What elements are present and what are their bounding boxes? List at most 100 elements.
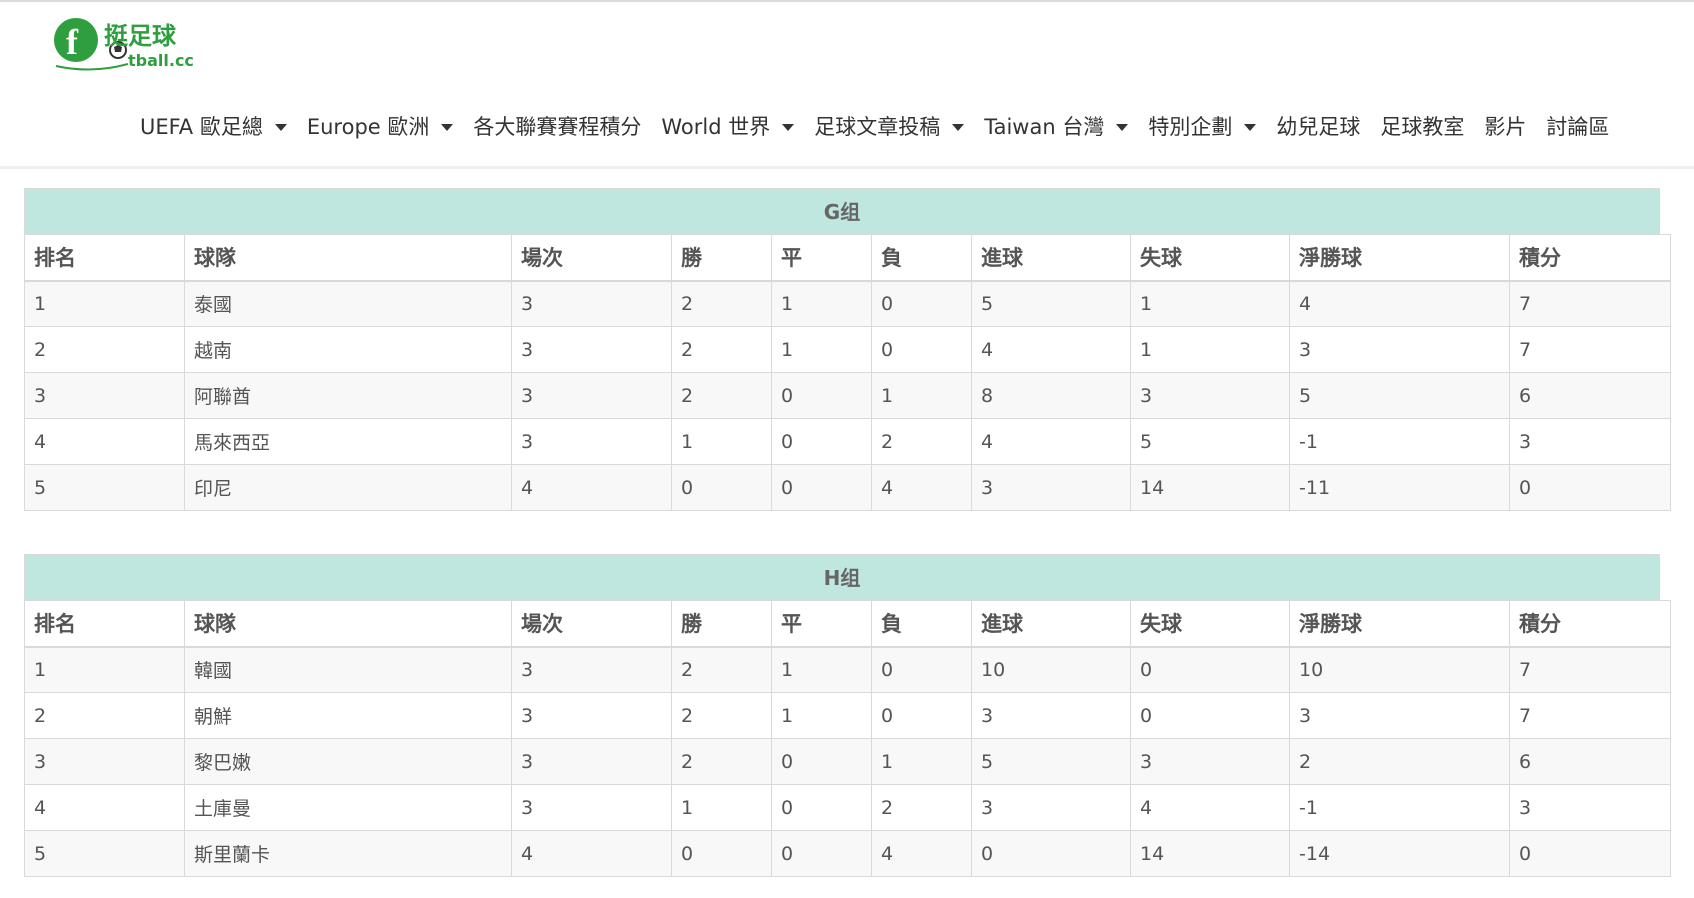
nav-item-5[interactable]: Taiwan 台灣 — [984, 111, 1129, 141]
cell-played: 3 — [511, 372, 672, 419]
cell-win: 0 — [671, 464, 772, 511]
cell-team: 土庫曼 — [184, 784, 512, 831]
nav-item-1[interactable]: Europe 歐洲 — [307, 111, 454, 141]
cell-rank: 5 — [24, 464, 185, 511]
table-row: 3 黎巴嫩 3 2 0 1 5 3 2 6 — [24, 738, 1671, 785]
cell-draw: 1 — [771, 280, 872, 327]
cell-draw: 1 — [771, 326, 872, 373]
cell-rank: 3 — [24, 372, 185, 419]
column-header-played: 場次 — [511, 600, 672, 648]
cell-loss: 2 — [871, 418, 972, 465]
column-header-points: 積分 — [1509, 234, 1671, 282]
cell-rank: 2 — [24, 692, 185, 739]
cell-loss: 1 — [871, 738, 972, 785]
chevron-down-icon — [1116, 123, 1129, 131]
cell-goal-diff: -11 — [1289, 464, 1510, 511]
cell-draw: 0 — [771, 830, 872, 877]
table-header-row: 排名 球隊 場次勝平負進球 失球 淨勝球 積分 — [24, 234, 1671, 282]
cell-team: 朝鮮 — [184, 692, 512, 739]
column-header-goal-diff: 淨勝球 — [1289, 234, 1510, 282]
column-header-goal-diff: 淨勝球 — [1289, 600, 1510, 648]
column-header-rank: 排名 — [24, 234, 185, 282]
cell-draw: 1 — [771, 646, 872, 693]
cell-loss: 4 — [871, 464, 972, 511]
column-header-loss: 負 — [871, 600, 972, 648]
cell-points: 7 — [1509, 280, 1671, 327]
group-g-standings: G组 排名 球隊 場次勝平負進球 失球 淨勝球 積分 1 泰國 3 2 1 0 5 1 4 7 2 越南 3 2 1 0… — [24, 188, 1671, 511]
column-header-goals-for: 進球 — [971, 600, 1131, 648]
cell-draw: 0 — [771, 784, 872, 831]
nav-item-4[interactable]: 足球文章投稿 — [814, 111, 965, 141]
cell-goal-diff: 2 — [1289, 738, 1510, 785]
site-logo[interactable]: f 挺足球 tball.cc — [52, 14, 212, 74]
nav-item-label: Taiwan 台灣 — [984, 115, 1105, 139]
cell-team: 馬來西亞 — [184, 418, 512, 465]
table-row: 4 馬來西亞 3 1 0 2 4 5 -1 3 — [24, 418, 1671, 465]
cell-points: 3 — [1509, 784, 1671, 831]
cell-points: 7 — [1509, 692, 1671, 739]
svg-text:tball.cc: tball.cc — [128, 51, 194, 70]
cell-draw: 0 — [771, 738, 872, 785]
column-header-team: 球隊 — [184, 600, 512, 648]
cell-team: 印尼 — [184, 464, 512, 511]
cell-team: 韓國 — [184, 646, 512, 693]
cell-goal-diff: -14 — [1289, 830, 1510, 877]
cell-points: 7 — [1509, 326, 1671, 373]
cell-draw: 0 — [771, 418, 872, 465]
nav-item-label: 幼兒足球 — [1276, 115, 1361, 139]
cell-goals-against: 1 — [1130, 326, 1290, 373]
column-header-played: 場次 — [511, 234, 672, 282]
nav-item-label: 特別企劃 — [1148, 115, 1233, 139]
cell-win: 2 — [671, 738, 772, 785]
cell-goals-for: 10 — [971, 646, 1131, 693]
cell-draw: 0 — [771, 372, 872, 419]
cell-played: 3 — [511, 280, 672, 327]
cell-goals-for: 5 — [971, 280, 1131, 327]
nav-item-label: Europe 歐洲 — [306, 115, 430, 139]
nav-item-0[interactable]: UEFA 歐足總 — [140, 111, 287, 141]
cell-points: 0 — [1509, 464, 1671, 511]
nav-item-label: 影片 — [1484, 115, 1527, 139]
table-header-row: 排名 球隊 場次勝平負進球 失球 淨勝球 積分 — [24, 600, 1671, 648]
cell-team: 黎巴嫩 — [184, 738, 512, 785]
cell-loss: 0 — [871, 646, 972, 693]
cell-win: 2 — [671, 372, 772, 419]
main-navigation: UEFA 歐足總 Europe 歐洲 各大聯賽賽程積分 World 世界 足球文章投稿 T… — [140, 106, 1629, 146]
cell-loss: 0 — [871, 280, 972, 327]
table-row: 3 阿聯酋 3 2 0 1 8 3 5 6 — [24, 372, 1671, 419]
nav-item-label: 足球文章投稿 — [814, 115, 941, 139]
column-header-rank: 排名 — [24, 600, 185, 648]
cell-rank: 1 — [24, 280, 185, 327]
cell-goals-against: 14 — [1130, 830, 1290, 877]
cell-goals-for: 4 — [971, 418, 1131, 465]
cell-rank: 1 — [24, 646, 185, 693]
cell-loss: 1 — [871, 372, 972, 419]
nav-item-10[interactable]: 討論區 — [1546, 111, 1609, 141]
chevron-down-icon — [1244, 123, 1257, 131]
nav-item-6[interactable]: 特別企劃 — [1148, 111, 1257, 141]
nav-item-label: 討論區 — [1546, 115, 1610, 139]
nav-item-9[interactable]: 影片 — [1484, 111, 1526, 141]
nav-item-7[interactable]: 幼兒足球 — [1276, 111, 1360, 141]
nav-item-label: World 世界 — [661, 115, 771, 139]
group-h-standings: H组 排名 球隊 場次勝平負進球 失球 淨勝球 積分 1 韓國 3 2 1 0 10 0 10 7 2 朝鮮 3 2… — [24, 554, 1671, 877]
cell-points: 0 — [1509, 830, 1671, 877]
cell-rank: 2 — [24, 326, 185, 373]
group-title: H组 — [24, 554, 1660, 600]
cell-goals-against: 4 — [1130, 784, 1290, 831]
nav-item-label: 足球教室 — [1380, 115, 1465, 139]
table-row: 4 土庫曼 3 1 0 2 3 4 -1 3 — [24, 784, 1671, 831]
logo-graphic: f 挺足球 tball.cc — [54, 18, 194, 71]
nav-item-2[interactable]: 各大聯賽賽程積分 — [473, 111, 641, 141]
table-row: 1 泰國 3 2 1 0 5 1 4 7 — [24, 280, 1671, 327]
cell-loss: 0 — [871, 326, 972, 373]
cell-goals-for: 3 — [971, 692, 1131, 739]
cell-draw: 1 — [771, 692, 872, 739]
nav-item-8[interactable]: 足球教室 — [1380, 111, 1464, 141]
nav-item-3[interactable]: World 世界 — [661, 111, 795, 141]
cell-goals-for: 8 — [971, 372, 1131, 419]
cell-team: 越南 — [184, 326, 512, 373]
cell-goal-diff: -1 — [1289, 784, 1510, 831]
cell-goals-against: 0 — [1130, 692, 1290, 739]
cell-goals-against: 3 — [1130, 738, 1290, 785]
